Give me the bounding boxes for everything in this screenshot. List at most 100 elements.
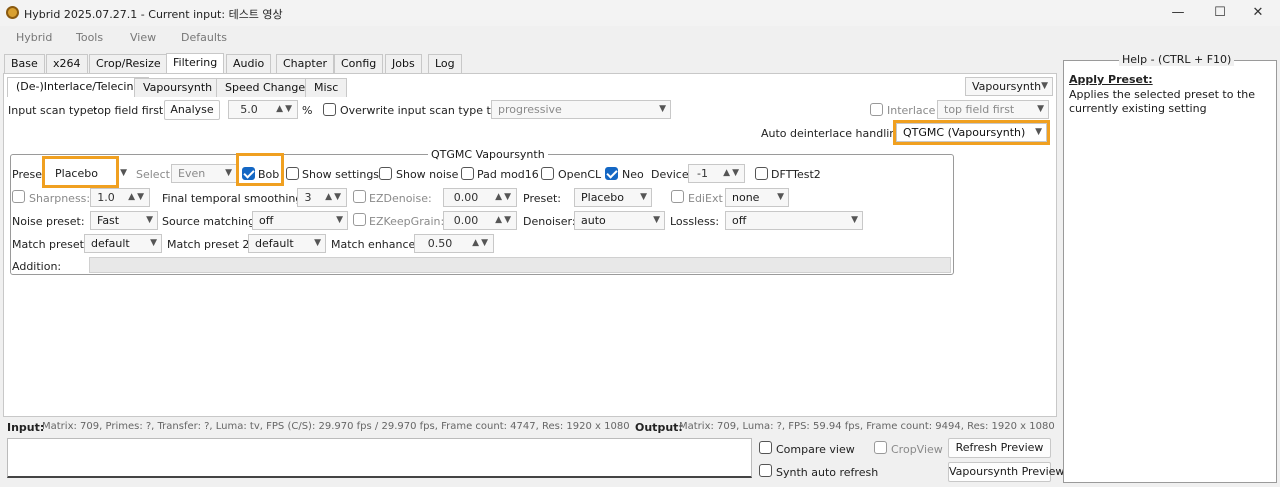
show-settings-label: Show settings (302, 168, 380, 181)
sharpness-checkbox[interactable] (12, 190, 25, 203)
opencl-checkbox[interactable] (541, 167, 554, 180)
neo-checkbox[interactable] (605, 167, 618, 180)
ezdenoise-checkbox[interactable] (353, 190, 366, 203)
tab-config[interactable]: Config (334, 54, 384, 73)
tab-x264[interactable]: x264 (46, 54, 88, 73)
tab-vapoursynth[interactable]: Vapoursynth (134, 78, 222, 97)
chevron-down-icon: ▼ (120, 168, 127, 178)
preset-label: Preset (12, 168, 47, 181)
overwrite-scan-checkbox[interactable] (323, 103, 336, 116)
denoiser-label: Denoiser: (523, 215, 576, 228)
opencl-label: OpenCL (558, 168, 602, 181)
tab-misc[interactable]: Misc (305, 78, 348, 97)
analyse-button[interactable]: Analyse (164, 100, 220, 120)
ezdenoise-label: EZDenoise: (369, 192, 432, 205)
maximize-button[interactable]: ☐ (1200, 2, 1240, 24)
pad-mod16-checkbox[interactable] (461, 167, 474, 180)
overwrite-scan-select[interactable]: progressive ▼ (491, 100, 671, 119)
tab-deinterlace[interactable]: (De-)Interlace/Telecine (7, 77, 150, 97)
tab-base[interactable]: Base (4, 54, 45, 73)
tab-chapter[interactable]: Chapter (276, 54, 334, 73)
minimize-button[interactable]: — (1158, 2, 1198, 24)
tab-crop-resize[interactable]: Crop/Resize (89, 54, 168, 73)
percent-unit: % (302, 104, 313, 117)
tab-speed-change[interactable]: Speed Change (216, 78, 315, 97)
tab-audio[interactable]: Audio (226, 54, 272, 73)
pad-mod16-label: Pad mod16 (477, 168, 539, 181)
dfttest2-checkbox[interactable] (755, 167, 768, 180)
input-info-label: Input: (7, 421, 45, 434)
ezdenoise-spin[interactable]: 0.00 ▲▼ (443, 188, 517, 207)
help-body: Applies the selected preset to the curre… (1069, 88, 1256, 115)
synth-auto-refresh-checkbox[interactable] (759, 464, 772, 477)
menu-defaults[interactable]: Defaults (181, 31, 227, 44)
addition-input[interactable] (89, 257, 951, 273)
spin-arrows-icon: ▲▼ (128, 192, 146, 202)
show-noise-label: Show noise (396, 168, 459, 181)
close-button[interactable]: ✕ (1238, 2, 1278, 24)
menu-tools[interactable]: Tools (76, 31, 103, 44)
ediext-select[interactable]: none ▼ (725, 188, 789, 207)
scan-type-label: Input scan type: (8, 104, 98, 117)
menu-hybrid[interactable]: Hybrid (16, 31, 52, 44)
ezkeepgrain-checkbox[interactable] (353, 213, 366, 226)
noise-preset-select[interactable]: Fast ▼ (90, 211, 158, 230)
fts-spin[interactable]: 3 ▲▼ (297, 188, 347, 207)
chevron-down-icon: ▼ (150, 238, 157, 248)
overwrite-scan-label: Overwrite input scan type to: (340, 104, 502, 117)
show-settings-checkbox[interactable] (286, 167, 299, 180)
cropview-label: CropView (891, 443, 943, 456)
chevron-down-icon: ▼ (146, 215, 153, 225)
bob-checkbox[interactable] (242, 167, 255, 180)
lossless-label: Lossless: (670, 215, 720, 228)
analyse-percent-spin[interactable]: 5.0 ▲▼ (228, 100, 298, 119)
preset2-select[interactable]: Placebo ▼ (574, 188, 652, 207)
tab-jobs[interactable]: Jobs (385, 54, 422, 73)
vapoursynth-preview-button[interactable]: Vapoursynth Preview (948, 462, 1064, 482)
cropview-checkbox[interactable] (874, 441, 887, 454)
refresh-preview-button[interactable]: Refresh Preview (948, 438, 1051, 458)
sharpness-spin[interactable]: 1.0 ▲▼ (90, 188, 150, 207)
match-preset-select[interactable]: default ▼ (84, 234, 162, 253)
spin-arrows-icon: ▲▼ (723, 168, 741, 178)
engine-select[interactable]: Vapoursynth ▼ (965, 77, 1053, 96)
tab-log[interactable]: Log (428, 54, 462, 73)
input-info: Matrix: 709, Primes: ?, Transfer: ?, Lum… (42, 421, 630, 432)
chevron-down-icon: ▼ (1035, 127, 1042, 137)
ediext-label: EdiExt (688, 192, 723, 205)
auto-deinterlace-select[interactable]: QTGMC (Vapoursynth) ▼ (896, 123, 1047, 142)
device-label: Device: (651, 168, 693, 181)
log-textbox[interactable] (7, 438, 752, 478)
ezkeepgrain-spin[interactable]: 0.00 ▲▼ (443, 211, 517, 230)
match-enhance-spin[interactable]: 0.50 ▲▼ (414, 234, 494, 253)
bob-label: Bob (258, 168, 280, 181)
select-select[interactable]: Even ▼ (171, 164, 237, 183)
menu-view[interactable]: View (130, 31, 156, 44)
preset2-label: Preset: (523, 192, 562, 205)
output-info: Matrix: 709, Luma: ?, FPS: 59.94 fps, Fr… (679, 421, 1055, 432)
output-info-label: Output: (635, 421, 683, 434)
chevron-down-icon: ▼ (225, 168, 232, 178)
spin-arrows-icon: ▲▼ (495, 215, 513, 225)
interlace-label: Interlace (887, 104, 936, 117)
chevron-down-icon: ▼ (336, 215, 343, 225)
match-preset2-select[interactable]: default ▼ (248, 234, 326, 253)
help-panel-title: Help - (CTRL + F10) (1119, 53, 1235, 66)
source-matching-select[interactable]: off ▼ (252, 211, 348, 230)
device-spin[interactable]: -1 ▲▼ (688, 164, 745, 183)
preset-select[interactable]: Placebo ▼ (44, 164, 132, 183)
scan-type-value: top field first (93, 104, 164, 117)
compare-view-checkbox[interactable] (759, 441, 772, 454)
lossless-select[interactable]: off ▼ (725, 211, 863, 230)
ezkeepgrain-label: EZKeepGrain: (369, 215, 445, 228)
ediext-checkbox[interactable] (671, 190, 684, 203)
app-logo-icon (6, 6, 19, 19)
show-noise-checkbox[interactable] (379, 167, 392, 180)
tab-filtering[interactable]: Filtering (166, 53, 225, 73)
match-preset2-label: Match preset 2: (167, 238, 254, 251)
denoiser-select[interactable]: auto ▼ (574, 211, 665, 230)
sharpness-label: Sharpness: (29, 192, 91, 205)
interlace-field-select[interactable]: top field first ▼ (937, 100, 1049, 119)
spin-arrows-icon: ▲▼ (472, 238, 490, 248)
interlace-checkbox[interactable] (870, 103, 883, 116)
